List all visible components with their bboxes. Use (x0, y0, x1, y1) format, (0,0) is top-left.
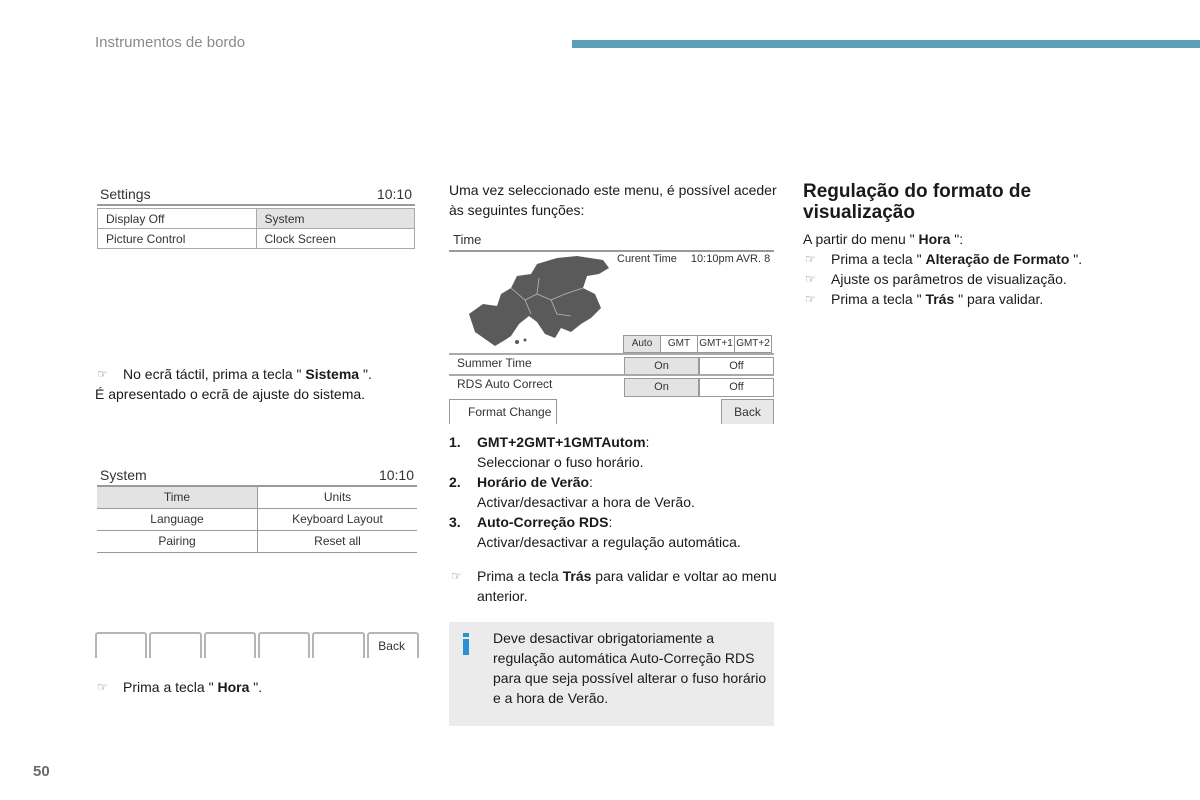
settings-screen-clock: 10:10 (376, 186, 412, 202)
system-menu-row: Pairing Reset all (97, 531, 417, 553)
timezone-gmt2-button[interactable]: GMT+2 (734, 335, 772, 353)
timezone-selector: Auto GMT GMT+1 GMT+2 (623, 335, 774, 353)
summer-time-label: Summer Time (457, 356, 532, 370)
function-title: GMT+2GMT+1GMTAutom (477, 434, 646, 450)
time-back-button[interactable]: Back (721, 399, 774, 424)
format-step: ☞ Ajuste os parâmetros de visualização. (805, 271, 1067, 287)
timezone-gmt-button[interactable]: GMT (660, 335, 698, 353)
info-note-text: Deve desactivar obrigatoriamente a regul… (493, 630, 767, 706)
summer-time-row: Summer Time On Off (449, 353, 774, 376)
function-title: Auto-Correção RDS (477, 514, 609, 530)
system-menu-row: Language Keyboard Layout (97, 509, 417, 531)
softkey-2[interactable] (149, 632, 202, 658)
function-item: 3. Auto-Correção RDS: Activar/desactivar … (449, 514, 741, 550)
format-step: ☞ Prima a tecla " Trás " para validar. (805, 291, 1044, 307)
europe-map-icon (469, 256, 609, 346)
menu-item-system[interactable]: System (255, 208, 415, 229)
menu-item-picture-control[interactable]: Picture Control (97, 228, 257, 249)
info-note: Deve desactivar obrigatoriamente a regul… (449, 622, 774, 726)
softkey-back[interactable]: Back (366, 632, 419, 658)
timezone-auto-button[interactable]: Auto (623, 335, 661, 353)
current-time-readout: Curent Time 10:10pm AVR. 8 (617, 253, 770, 265)
menu-item-display-off[interactable]: Display Off (97, 208, 257, 229)
menu-item-units[interactable]: Units (257, 487, 417, 508)
softkey-3[interactable] (203, 632, 256, 658)
function-item: 2. Horário de Verão: Activar/desactivar a… (449, 474, 695, 510)
format-step: ☞ Prima a tecla " Alteração de Formato "… (805, 251, 1083, 267)
menu-item-time[interactable]: Time (97, 487, 257, 508)
system-screen: System 10:10 Time Units Language Keyboar… (97, 467, 417, 553)
menu-item-reset-all[interactable]: Reset all (257, 531, 417, 552)
system-screen-title: System (100, 467, 147, 483)
settings-menu-grid: Display Off System Picture Control Clock… (97, 208, 415, 249)
function-desc: Activar/desactivar a hora de Verão. (477, 494, 695, 510)
time-screen-title: Time (449, 232, 774, 252)
time-screen: Time Curent Time 10:10pm AVR. 8 Auto GMT … (449, 232, 774, 424)
pointing-hand-icon: ☞ (805, 272, 816, 286)
settings-screen-title: Settings (100, 186, 151, 202)
function-list: 1. GMT+2GMT+1GMTAutom: Seleccionar o fuso… (449, 432, 779, 552)
function-title: Horário de Verão (477, 474, 590, 490)
menu-item-language[interactable]: Language (97, 509, 257, 530)
pointing-hand-icon: ☞ (805, 292, 816, 306)
current-time-label: Curent Time (617, 253, 677, 265)
key-name-hora: Hora (217, 679, 250, 695)
page-number: 50 (33, 763, 50, 780)
step-tras: ☞ Prima a tecla Trás para validar e volt… (451, 568, 777, 604)
menu-item-pairing[interactable]: Pairing (97, 531, 257, 552)
rds-auto-correct-row: RDS Auto Correct On Off (449, 374, 774, 397)
current-time-value: 10:10pm AVR. 8 (690, 253, 771, 265)
rds-auto-correct-off-button[interactable]: Off (699, 378, 774, 397)
system-screen-header: System 10:10 (97, 467, 417, 487)
intro-text: Uma vez seleccionado este menu, é possív… (449, 182, 777, 218)
step-hora: ☞ Prima a tecla " Hora ". (97, 679, 263, 695)
format-section-title: Regulação do formato de visualização (803, 181, 1032, 223)
format-section-body: A partir do menu " Hora ": ☞ Prima a tec… (803, 229, 1133, 309)
key-name-alteracao-formato: Alteração de Formato (925, 251, 1070, 267)
format-change-button[interactable]: Format Change (449, 399, 557, 424)
menu-item-clock-screen[interactable]: Clock Screen (255, 228, 415, 249)
function-item: 1. GMT+2GMT+1GMTAutom: Seleccionar o fuso… (449, 434, 650, 470)
function-desc: Activar/desactivar a regulação automátic… (477, 534, 741, 550)
step-system-instruction: ☞ No ecrã táctil, prima a tecla " Sistem… (97, 366, 372, 382)
key-name-tras: Trás (562, 568, 592, 584)
info-icon (463, 633, 469, 655)
system-menu-row: Time Units (97, 487, 417, 509)
step-system: ☞ No ecrã táctil, prima a tecla " Sistem… (95, 364, 425, 404)
key-name-tras: Trás (925, 291, 955, 307)
function-desc: Seleccionar o fuso horário. (477, 454, 644, 470)
step-system-result: É apresentado o ecrã de ajuste do sistem… (95, 386, 366, 402)
softkey-bar: Back (95, 632, 419, 658)
rds-auto-correct-on-button[interactable]: On (624, 378, 699, 397)
pointing-hand-icon: ☞ (451, 569, 462, 583)
format-section-intro: A partir do menu " Hora ": (803, 231, 964, 247)
system-screen-clock: 10:10 (378, 467, 414, 483)
softkey-5[interactable] (312, 632, 365, 658)
settings-screen-header: Settings 10:10 (97, 186, 415, 206)
timezone-gmt1-button[interactable]: GMT+1 (697, 335, 735, 353)
key-name-hora: Hora (918, 231, 951, 247)
rds-auto-correct-label: RDS Auto Correct (457, 377, 553, 391)
softkey-4[interactable] (257, 632, 311, 658)
menu-item-keyboard-layout[interactable]: Keyboard Layout (257, 509, 417, 530)
pointing-hand-icon: ☞ (97, 367, 108, 381)
pointing-hand-icon: ☞ (805, 252, 816, 266)
pointing-hand-icon: ☞ (97, 680, 108, 694)
section-header-title: Instrumentos de bordo (95, 34, 246, 51)
settings-screen: Settings 10:10 Display Off System Pictur… (97, 186, 415, 249)
softkey-1[interactable] (95, 632, 148, 658)
key-name-sistema: Sistema (305, 366, 360, 382)
header-accent-bar (572, 40, 1200, 48)
